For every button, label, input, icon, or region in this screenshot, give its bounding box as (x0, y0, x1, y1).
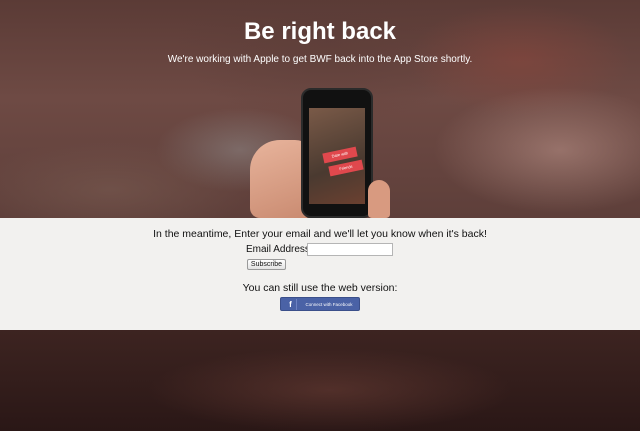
web-version-text: You can still use the web version: (242, 282, 398, 294)
ribbon-bottom: Friends (328, 159, 364, 177)
phone-image: Date with Friends (301, 88, 373, 218)
phone-screen: Date with Friends (309, 108, 365, 204)
email-field[interactable] (307, 243, 393, 256)
page-subtitle: We're working with Apple to get BWF back… (167, 54, 473, 65)
page-title: Be right back (243, 18, 397, 45)
footer-background (0, 330, 640, 431)
phone-in-hand-image: Date with Friends (250, 85, 400, 218)
signup-intro: In the meantime, Enter your email and we… (153, 228, 487, 240)
signup-panel: In the meantime, Enter your email and we… (0, 218, 640, 330)
subscribe-button[interactable]: Subscribe (247, 259, 286, 270)
email-label: Email Address (246, 244, 310, 255)
connect-facebook-button[interactable]: f Connect with Facebook (280, 297, 360, 311)
connect-facebook-label: Connect with Facebook (305, 302, 353, 307)
facebook-icon: f (287, 299, 297, 310)
hand-finger-image (368, 180, 390, 218)
